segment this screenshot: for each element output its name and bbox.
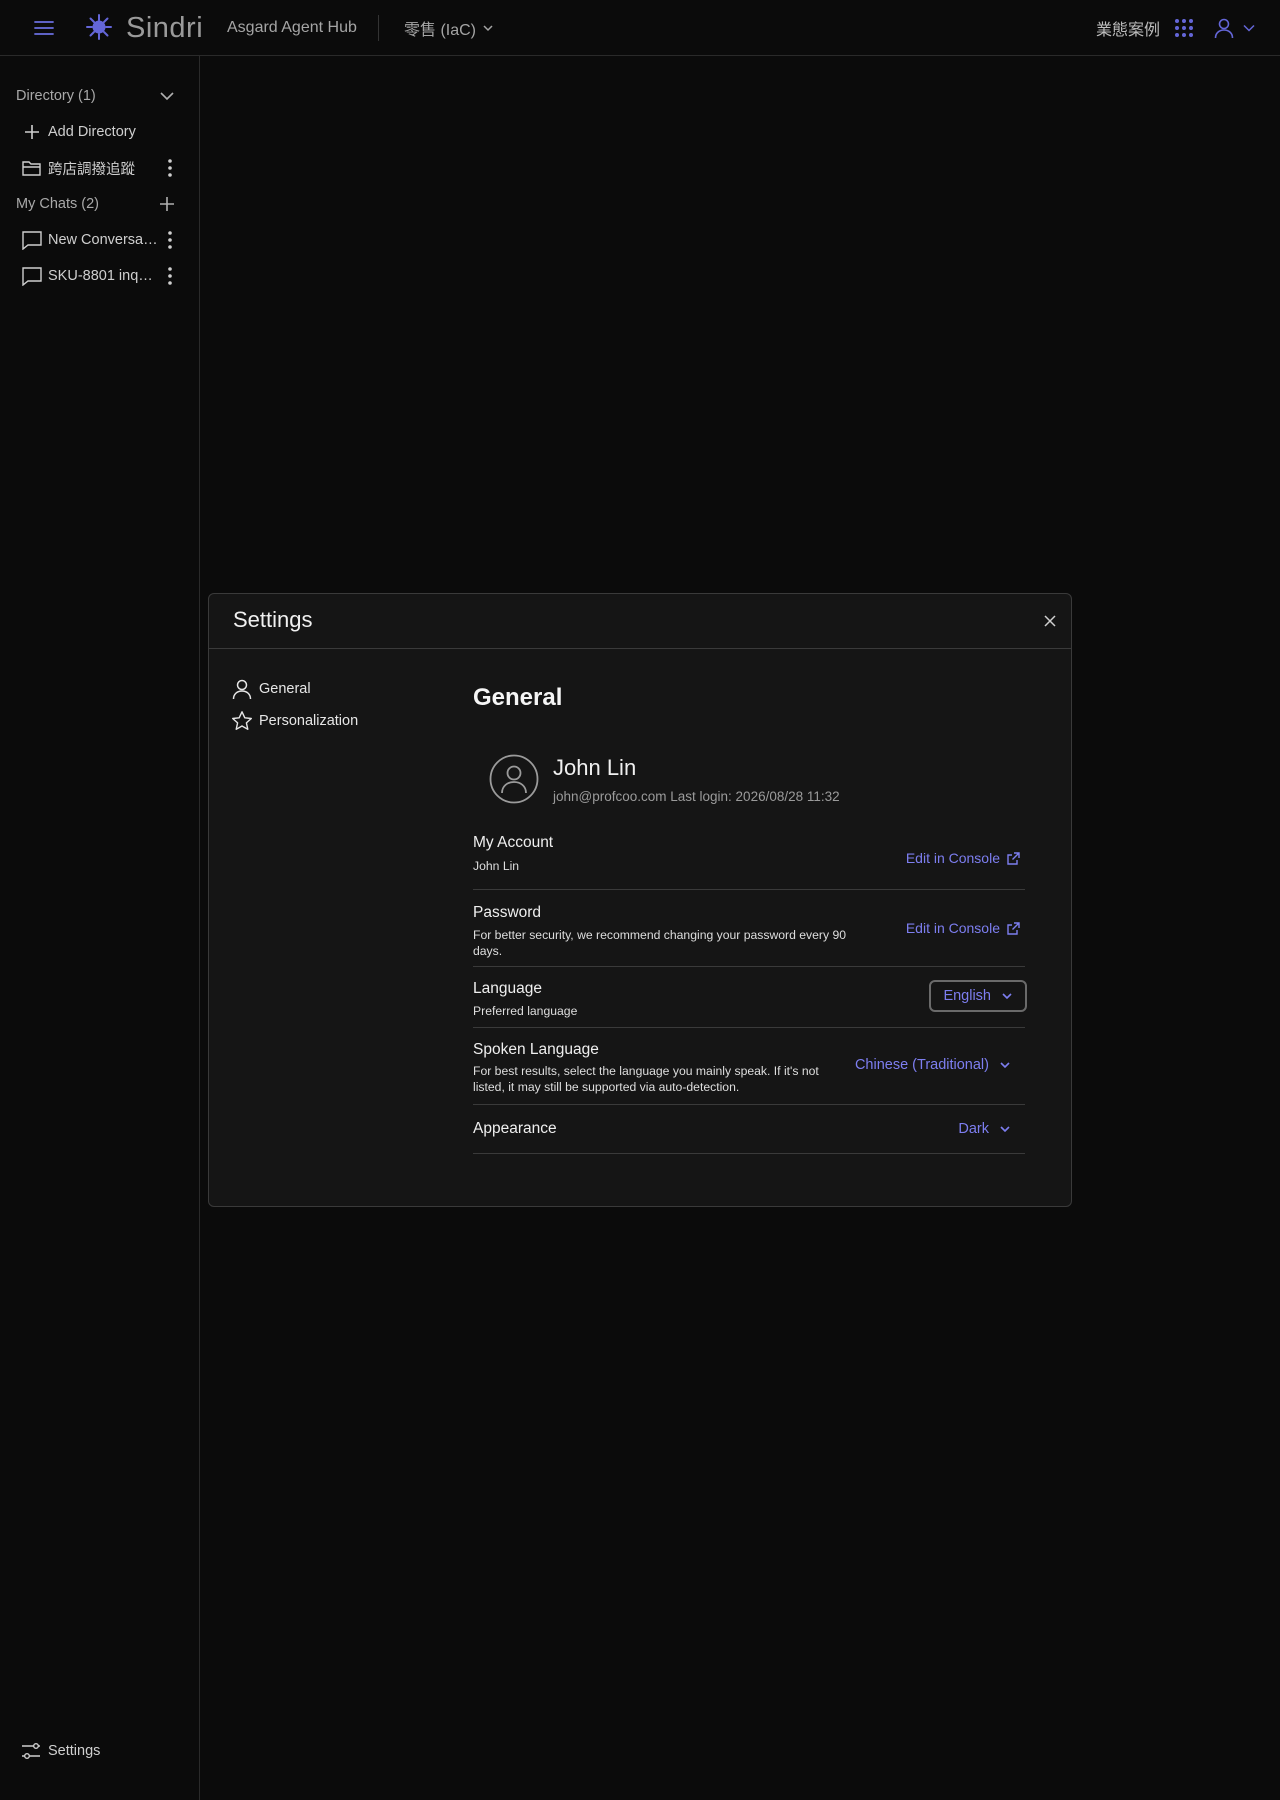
panel-title: General bbox=[473, 684, 563, 711]
edit-account-label: Edit in Console bbox=[905, 850, 1000, 866]
close-icon bbox=[1044, 615, 1056, 627]
my-account-title: My Account bbox=[473, 834, 554, 851]
directory-label: 跨店調撥追蹤 bbox=[48, 161, 135, 178]
spoken-language-title: Spoken Language bbox=[473, 1041, 599, 1058]
chat-label: SKU-8801 inquiry bbox=[48, 268, 160, 284]
tab-personalization[interactable]: Personalization bbox=[231, 710, 358, 732]
profile-name: John Lin bbox=[553, 754, 637, 780]
more-options-icon[interactable] bbox=[160, 264, 180, 288]
modal-header: Settings bbox=[209, 594, 1071, 649]
sidebar-item-chat[interactable]: SKU-8801 inquiry bbox=[20, 264, 180, 288]
cases-link[interactable]: 業態案例 bbox=[1096, 16, 1160, 40]
password-desc: For better security, we recommend changi… bbox=[473, 928, 847, 958]
chevron-down-icon bbox=[1000, 1062, 1010, 1069]
sliders-icon bbox=[22, 1743, 40, 1759]
language-title: Language bbox=[473, 980, 542, 997]
spoken-language-select[interactable]: Chinese (Traditional) bbox=[855, 1057, 1011, 1073]
chat-icon bbox=[20, 228, 44, 252]
password-title: Password bbox=[473, 904, 542, 921]
language-desc: Preferred language bbox=[473, 1004, 578, 1018]
user-icon bbox=[1214, 18, 1234, 39]
settings-modal: Settings General Personalization General… bbox=[208, 593, 1072, 1207]
modal-title: Settings bbox=[233, 607, 313, 632]
appearance-value: Dark bbox=[958, 1121, 989, 1137]
sidebar: Directory (1) Add Directory 跨店調撥追蹤 My Ch… bbox=[0, 56, 200, 1800]
logo-text: Sindri bbox=[126, 11, 204, 44]
more-options-icon[interactable] bbox=[160, 156, 180, 180]
password-row: Password For better security, we recomme… bbox=[473, 890, 1025, 967]
chat-icon bbox=[20, 264, 44, 288]
apps-grid-icon[interactable] bbox=[1172, 16, 1196, 40]
workspace-selector[interactable]: 零售 (IaC) bbox=[404, 16, 494, 40]
edit-password-label: Edit in Console bbox=[905, 920, 1000, 936]
edit-password-button[interactable]: Edit in Console bbox=[906, 920, 1021, 936]
hub-title: Asgard Agent Hub bbox=[227, 19, 357, 36]
appearance-select[interactable]: Dark bbox=[958, 1121, 1011, 1137]
plus-icon bbox=[20, 120, 44, 144]
edit-account-button[interactable]: Edit in Console bbox=[906, 850, 1021, 866]
folder-icon bbox=[20, 156, 44, 180]
settings-label: Settings bbox=[48, 1743, 101, 1759]
chevron-down-icon bbox=[1000, 1126, 1010, 1133]
language-value: English bbox=[943, 988, 991, 1004]
close-button[interactable] bbox=[1039, 610, 1061, 632]
language-select[interactable]: English bbox=[929, 980, 1027, 1012]
chevron-down-icon[interactable] bbox=[158, 87, 176, 105]
settings-button[interactable]: Settings bbox=[20, 1740, 100, 1762]
chevron-down-icon bbox=[1002, 993, 1012, 1000]
language-row: Language Preferred language English bbox=[473, 967, 1027, 1028]
workspace-label: 零售 (IaC) bbox=[404, 22, 477, 39]
sidebar-item-directory[interactable]: 跨店調撥追蹤 bbox=[20, 156, 180, 180]
appearance-title: Appearance bbox=[473, 1120, 557, 1137]
profile-card: John Lin john@profcoo.com Last login: 20… bbox=[489, 754, 840, 804]
logo-icon bbox=[84, 12, 114, 42]
general-panel: General John Lin john@profcoo.com Last l… bbox=[473, 684, 1027, 1154]
external-link-icon bbox=[1007, 921, 1020, 935]
spoken-language-row: Spoken Language For best results, select… bbox=[473, 1028, 1025, 1105]
more-options-icon[interactable] bbox=[160, 228, 180, 252]
avatar bbox=[489, 754, 539, 804]
spoken-language-value: Chinese (Traditional) bbox=[854, 1057, 989, 1073]
add-directory-button[interactable]: Add Directory bbox=[20, 120, 180, 144]
chats-section-label: My Chats (2) bbox=[16, 196, 99, 212]
chat-label: New Conversation bbox=[48, 232, 160, 248]
chats-section-header: My Chats (2) bbox=[16, 192, 176, 216]
directory-section-label: Directory (1) bbox=[16, 88, 96, 104]
divider bbox=[378, 15, 379, 41]
appearance-row: Appearance Dark bbox=[473, 1105, 1025, 1154]
my-account-value: John Lin bbox=[473, 859, 520, 873]
user-icon bbox=[232, 679, 252, 700]
add-directory-label: Add Directory bbox=[48, 124, 136, 140]
menu-icon[interactable] bbox=[32, 16, 56, 40]
tab-general[interactable]: General bbox=[231, 678, 311, 700]
chevron-down-icon bbox=[483, 25, 493, 32]
external-link-icon bbox=[1007, 851, 1020, 865]
tab-general-label: General bbox=[259, 681, 311, 697]
directory-section-header[interactable]: Directory (1) bbox=[16, 84, 176, 108]
plus-icon[interactable] bbox=[158, 195, 176, 213]
user-menu[interactable] bbox=[1212, 14, 1256, 42]
star-icon bbox=[232, 711, 252, 730]
top-bar: Sindri Asgard Agent Hub 零售 (IaC) 業態案例 bbox=[0, 0, 1280, 56]
spoken-language-desc: For best results, select the language yo… bbox=[473, 1064, 819, 1094]
my-account-row: My Account John Lin Edit in Console bbox=[473, 832, 1025, 890]
tab-personalization-label: Personalization bbox=[259, 713, 359, 729]
profile-meta: john@profcoo.com Last login: 2026/08/28 … bbox=[553, 788, 840, 804]
sidebar-item-chat[interactable]: New Conversation bbox=[20, 228, 180, 252]
chevron-down-icon bbox=[1243, 24, 1255, 32]
